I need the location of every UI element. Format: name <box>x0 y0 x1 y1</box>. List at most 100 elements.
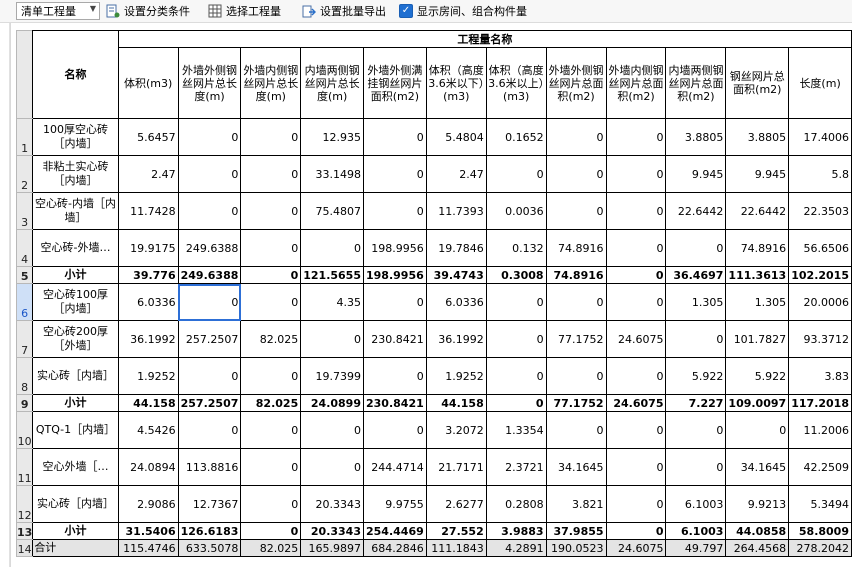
row-number[interactable]: 5 <box>15 266 34 284</box>
value-cell[interactable]: 684.2846 <box>363 539 427 557</box>
value-cell[interactable]: 0.0036 <box>485 192 547 230</box>
show-rooms-toggle[interactable]: ✓ 显示房间、组合构件量 <box>399 2 527 20</box>
value-cell[interactable]: 0 <box>300 229 364 267</box>
column-header[interactable]: 体积（高度3.6米以下）(m3) <box>425 47 487 119</box>
value-cell[interactable]: 3.83 <box>788 357 852 395</box>
value-cell[interactable]: 20.3343 <box>300 485 364 523</box>
value-cell[interactable]: 0.132 <box>485 229 547 267</box>
row-number[interactable]: 9 <box>15 394 34 412</box>
value-cell[interactable]: 24.0899 <box>300 394 364 412</box>
value-cell[interactable]: 82.025 <box>240 539 302 557</box>
value-cell[interactable]: 2.47 <box>425 155 487 193</box>
value-cell[interactable]: 0 <box>665 448 727 486</box>
value-cell[interactable]: 0 <box>177 283 242 321</box>
value-cell[interactable]: 121.5655 <box>300 266 364 284</box>
row-name-cell[interactable]: QTQ-1［内墙］ <box>32 411 119 449</box>
value-cell[interactable]: 0 <box>240 266 302 284</box>
value-cell[interactable]: 198.9956 <box>363 266 427 284</box>
value-cell[interactable]: 11.7428 <box>117 192 179 230</box>
value-cell[interactable]: 0 <box>300 411 364 449</box>
row-number[interactable]: 10 <box>15 411 34 449</box>
value-cell[interactable]: 21.7171 <box>425 448 487 486</box>
table-row[interactable]: 7 空心砖200厚［外墙］ 36.1992 257.2507 82.025 0 230.84… <box>15 320 852 358</box>
value-cell[interactable]: 34.1645 <box>545 448 607 486</box>
value-cell[interactable]: 75.4807 <box>300 192 364 230</box>
row-name-cell[interactable]: 空心砖200厚［外墙］ <box>32 320 119 358</box>
value-cell[interactable]: 36.1992 <box>117 320 179 358</box>
set-category-button[interactable]: 设置分类条件 <box>106 2 190 20</box>
value-cell[interactable]: 0 <box>177 118 242 156</box>
value-cell[interactable]: 3.8805 <box>725 118 790 156</box>
value-cell[interactable]: 165.9897 <box>300 539 364 557</box>
value-cell[interactable]: 24.6075 <box>605 539 667 557</box>
value-cell[interactable]: 0 <box>665 320 727 358</box>
value-cell[interactable]: 249.6388 <box>177 266 242 284</box>
value-cell[interactable]: 0 <box>177 357 242 395</box>
value-cell[interactable]: 3.9883 <box>485 522 547 540</box>
value-cell[interactable]: 109.0097 <box>725 394 790 412</box>
value-cell[interactable]: 4.2891 <box>485 539 547 557</box>
value-cell[interactable]: 230.8421 <box>363 394 427 412</box>
value-cell[interactable]: 0 <box>665 411 727 449</box>
value-cell[interactable]: 254.4469 <box>363 522 427 540</box>
quantity-type-select[interactable]: 清单工程量 ▼ <box>16 2 100 20</box>
value-cell[interactable]: 0 <box>177 192 242 230</box>
value-cell[interactable]: 198.9956 <box>363 229 427 267</box>
value-cell[interactable]: 1.9252 <box>425 357 487 395</box>
value-cell[interactable]: 39.776 <box>117 266 179 284</box>
value-cell[interactable]: 126.6183 <box>177 522 242 540</box>
value-cell[interactable]: 4.35 <box>300 283 364 321</box>
value-cell[interactable]: 19.7846 <box>425 229 487 267</box>
value-cell[interactable]: 37.9855 <box>545 522 607 540</box>
value-cell[interactable]: 0 <box>240 522 302 540</box>
row-number[interactable]: 8 <box>15 357 34 395</box>
value-cell[interactable]: 5.6457 <box>117 118 179 156</box>
value-cell[interactable]: 633.5078 <box>177 539 242 557</box>
value-cell[interactable]: 0 <box>605 485 667 523</box>
value-cell[interactable]: 0 <box>240 283 302 321</box>
column-header[interactable]: 外墙内侧钢丝网片总长度(m) <box>240 47 302 119</box>
value-cell[interactable]: 24.0894 <box>117 448 179 486</box>
value-cell[interactable]: 74.8916 <box>545 229 607 267</box>
value-cell[interactable]: 0 <box>240 357 302 395</box>
value-cell[interactable]: 20.3343 <box>300 522 364 540</box>
value-cell[interactable]: 0 <box>605 118 667 156</box>
value-cell[interactable]: 0 <box>363 192 427 230</box>
value-cell[interactable]: 1.3354 <box>485 411 547 449</box>
value-cell[interactable]: 1.305 <box>725 283 790 321</box>
value-cell[interactable]: 5.3494 <box>788 485 852 523</box>
value-cell[interactable]: 0 <box>605 229 667 267</box>
row-name-cell[interactable]: 空心外墙［… <box>32 448 119 486</box>
row-name-cell[interactable]: 小计 <box>32 394 119 412</box>
row-number[interactable]: 6 <box>15 283 34 321</box>
value-cell[interactable]: 11.2006 <box>788 411 852 449</box>
value-cell[interactable]: 0 <box>363 283 427 321</box>
value-cell[interactable]: 0 <box>363 118 427 156</box>
value-cell[interactable]: 0.3008 <box>485 266 547 284</box>
row-name-cell[interactable]: 实心砖［内墙］ <box>32 485 119 523</box>
value-cell[interactable]: 0 <box>605 522 667 540</box>
row-name-cell[interactable]: 100厚空心砖［内墙］ <box>32 118 119 156</box>
value-cell[interactable]: 0 <box>605 155 667 193</box>
subtotal-row[interactable]: 9 小计 44.158 257.2507 82.025 24.0899 230.8421 44… <box>15 394 852 412</box>
value-cell[interactable]: 0 <box>605 411 667 449</box>
value-cell[interactable]: 1.9252 <box>117 357 179 395</box>
value-cell[interactable]: 0 <box>240 411 302 449</box>
subtotal-row[interactable]: 13 小计 31.5406 126.6183 0 20.3343 254.4469 27.55… <box>15 522 852 540</box>
value-cell[interactable]: 5.8 <box>788 155 852 193</box>
value-cell[interactable]: 31.5406 <box>117 522 179 540</box>
value-cell[interactable]: 264.4568 <box>725 539 790 557</box>
value-cell[interactable]: 49.797 <box>665 539 727 557</box>
batch-export-button[interactable]: 设置批量导出 <box>302 2 386 20</box>
value-cell[interactable]: 9.9755 <box>363 485 427 523</box>
value-cell[interactable]: 0 <box>485 357 547 395</box>
row-name-cell[interactable]: 非粘土实心砖［内墙］ <box>32 155 119 193</box>
row-name-cell[interactable]: 空心砖100厚［内墙］ <box>32 283 119 321</box>
table-row[interactable]: 6 空心砖100厚［内墙］ 6.0336 0 0 4.35 0 6.0336 0 0 0 1.305 1… <box>15 283 852 321</box>
row-number[interactable]: 12 <box>15 485 34 523</box>
value-cell[interactable]: 0 <box>605 283 667 321</box>
total-row[interactable]: 14 合计 115.4746 633.5078 82.025 165.9897 684.28… <box>15 539 852 557</box>
row-number[interactable]: 13 <box>15 522 34 540</box>
row-number[interactable]: 11 <box>15 448 34 486</box>
row-number[interactable]: 2 <box>15 155 34 193</box>
